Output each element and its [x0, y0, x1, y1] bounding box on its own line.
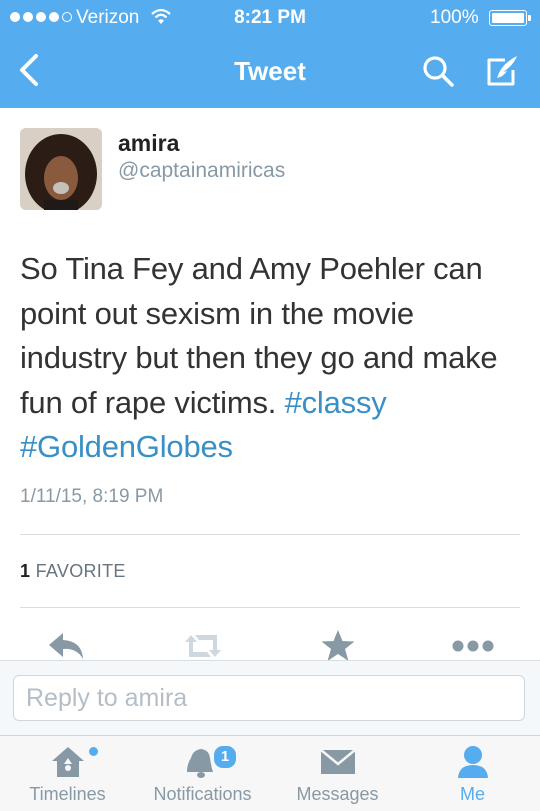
user-name[interactable]: amira — [118, 130, 179, 157]
new-tweets-dot — [89, 747, 98, 756]
hashtag-link[interactable]: #classy — [285, 385, 387, 420]
hashtag-link[interactable]: #GoldenGlobes — [20, 429, 233, 464]
envelope-icon — [319, 749, 356, 774]
avatar[interactable] — [20, 128, 102, 210]
more-icon — [452, 640, 494, 652]
tweet-text: So Tina Fey and Amy Poehler can point ou… — [20, 247, 525, 470]
tweet-timestamp: 1/11/15, 8:19 PM — [20, 486, 164, 507]
person-icon — [457, 746, 488, 778]
favorite-count-row[interactable]: 1 FAVORITE — [20, 561, 126, 582]
battery-percent: 100% — [430, 7, 479, 28]
tab-label: Timelines — [29, 784, 106, 804]
battery-icon — [489, 10, 531, 26]
notification-badge: 1 — [212, 744, 238, 770]
tab-me[interactable]: Me — [420, 736, 525, 811]
tab-timelines[interactable]: Timelines — [10, 736, 125, 811]
top-bar: Verizon 8:21 PM 100% Tweet — [0, 0, 540, 108]
home-icon — [51, 747, 84, 777]
retweet-icon — [185, 635, 221, 657]
star-icon — [321, 630, 355, 661]
tab-label: Me — [459, 784, 485, 804]
user-handle[interactable]: @captainamiricas — [118, 159, 285, 183]
page-title: Tweet — [234, 56, 306, 86]
status-bar: Verizon 8:21 PM 100% — [0, 0, 540, 36]
reply-input[interactable]: Reply to amira — [13, 675, 525, 721]
tab-label: Messages — [296, 784, 379, 804]
tab-label: Notifications — [153, 784, 252, 804]
favorite-count-label: FAVORITE — [35, 561, 126, 581]
search-icon[interactable] — [420, 54, 458, 90]
reply-bar: Reply to amira — [0, 660, 540, 736]
divider — [20, 534, 520, 535]
tab-notifications[interactable]: 1 Notifications — [140, 736, 265, 811]
compose-icon[interactable] — [483, 52, 523, 90]
reply-icon — [49, 633, 83, 659]
divider — [20, 607, 520, 608]
bell-icon — [187, 749, 213, 778]
tab-bar: Timelines 1 Notifications Messages Me — [0, 735, 540, 811]
tab-messages[interactable]: Messages — [280, 736, 395, 811]
favorite-count: 1 — [20, 561, 31, 581]
tweet-body: So Tina Fey and Amy Poehler can point ou… — [20, 251, 498, 420]
